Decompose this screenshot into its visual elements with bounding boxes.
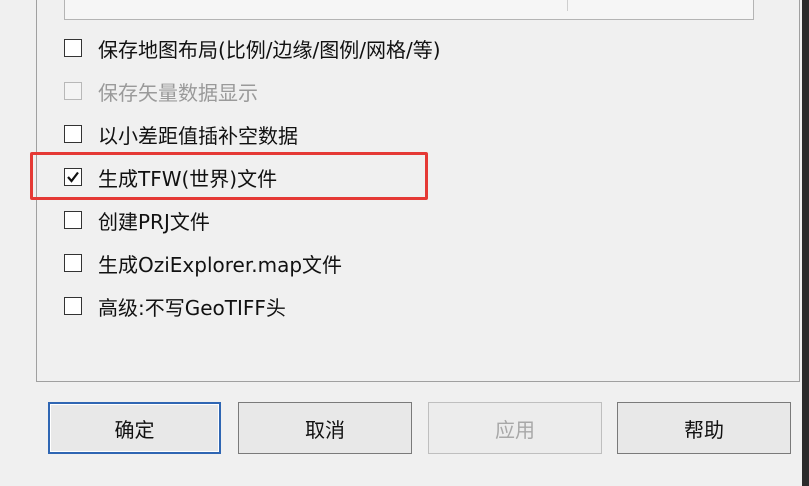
option-generate-ozi-map[interactable]: 生成OziExplorer.map文件 xyxy=(64,248,342,278)
option-save-vector-display: 保存矢量数据显示 xyxy=(64,76,258,106)
option-fill-empty-data[interactable]: 以小差距值插补空数据 xyxy=(64,119,298,149)
option-label: 以小差距值插补空数据 xyxy=(98,123,298,148)
option-label: 保存地图布局(比例/边缘/图例/网格/等) xyxy=(98,37,441,62)
option-label: 高级:不写GeoTIFF头 xyxy=(98,295,286,320)
checkbox-save-vector-display xyxy=(64,82,82,100)
option-create-prj[interactable]: 创建PRJ文件 xyxy=(64,205,210,235)
cancel-button[interactable]: 取消 xyxy=(238,402,412,454)
checkbox-create-prj[interactable] xyxy=(64,211,82,229)
option-save-map-layout[interactable]: 保存地图布局(比例/边缘/图例/网格/等) xyxy=(64,33,441,63)
help-button[interactable]: 帮助 xyxy=(617,402,791,454)
window-edge xyxy=(802,0,809,486)
option-label: 创建PRJ文件 xyxy=(98,209,210,234)
option-no-geotiff-header[interactable]: 高级:不写GeoTIFF头 xyxy=(64,291,286,321)
checkbox-generate-ozi-map[interactable] xyxy=(64,254,82,272)
ok-button[interactable]: 确定 xyxy=(48,402,221,454)
apply-button: 应用 xyxy=(428,402,602,454)
highlight-annotation xyxy=(30,152,428,200)
option-label: 保存矢量数据显示 xyxy=(98,80,258,105)
export-options-dialog: 保存地图布局(比例/边缘/图例/网格/等) 保存矢量数据显示 以小差距值插补空数… xyxy=(0,0,809,486)
upper-control-frame xyxy=(64,0,754,20)
checkbox-no-geotiff-header[interactable] xyxy=(64,297,82,315)
option-label: 生成OziExplorer.map文件 xyxy=(98,252,343,277)
upper-control-divider xyxy=(567,0,672,11)
checkbox-save-map-layout[interactable] xyxy=(64,39,82,57)
checkbox-fill-empty-data[interactable] xyxy=(64,125,82,143)
